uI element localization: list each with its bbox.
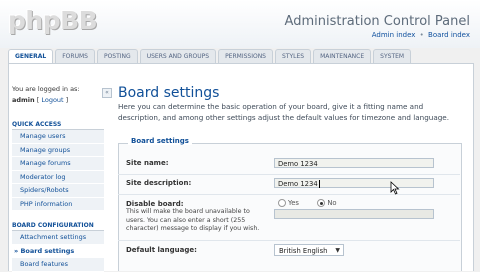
header-links: Admin index • Board index: [372, 31, 470, 39]
disable-board-radios: Yes No: [278, 199, 337, 207]
radio-no[interactable]: [317, 199, 326, 207]
chevron-down-icon: ▼: [335, 247, 340, 254]
tab-bar: GENERAL FORUMS POSTING USERS AND GROUPS …: [8, 49, 412, 64]
page-title: Board settings: [118, 85, 220, 101]
link-separator: •: [419, 31, 424, 39]
site-description-label: Site description:: [126, 179, 192, 187]
acp-title: Administration Control Panel: [284, 14, 470, 29]
logout-link[interactable]: Logout: [41, 96, 63, 104]
menu-item-manage-groups[interactable]: Manage groups: [12, 143, 104, 157]
site-description-row: Site description: Demo 1234: [118, 175, 460, 195]
phpbb-logo: phpBB: [8, 6, 98, 35]
tab-system[interactable]: SYSTEM: [373, 49, 412, 64]
tab-posting[interactable]: POSTING: [96, 49, 138, 64]
mouse-cursor-icon: [390, 181, 400, 195]
menu-item-moderator-log[interactable]: Moderator log: [12, 170, 104, 184]
logged-in-text: You are logged in as:: [12, 85, 80, 93]
board-index-link[interactable]: Board index: [428, 31, 470, 39]
menu-header-quick-access: QUICK ACCESS: [12, 120, 104, 130]
username: admin: [12, 96, 35, 104]
site-name-label: Site name:: [126, 159, 169, 167]
fieldset-legend: Board settings: [128, 137, 192, 145]
site-name-row: Site name: Demo 1234: [118, 154, 460, 175]
menu-header-board-configuration: BOARD CONFIGURATION: [12, 221, 104, 231]
site-description-input[interactable]: Demo 1234: [274, 178, 434, 188]
menu-item-php-information[interactable]: PHP information: [12, 197, 104, 211]
content: Board settings Here you can determine th…: [118, 84, 470, 123]
tab-permissions[interactable]: PERMISSIONS: [218, 49, 273, 64]
menu-item-manage-forums[interactable]: Manage forums: [12, 157, 104, 171]
disable-board-label: Disable board:: [126, 200, 184, 208]
header: phpBB Administration Control Panel Admin…: [0, 0, 480, 48]
menu-item-board-features[interactable]: Board features: [12, 258, 104, 272]
site-name-input[interactable]: Demo 1234: [274, 158, 434, 168]
radio-yes-label: Yes: [288, 199, 299, 207]
login-info: You are logged in as: admin [ Logout ] «: [12, 84, 112, 106]
menu-item-board-settings[interactable]: Board settings: [12, 245, 104, 258]
admin-index-link[interactable]: Admin index: [372, 31, 416, 39]
collapse-menu-icon[interactable]: «: [102, 88, 112, 98]
tab-forums[interactable]: FORUMS: [55, 49, 95, 64]
page-description: Here you can determine the basic operati…: [118, 102, 450, 122]
default-language-row: Default language: British English ▼: [118, 241, 460, 261]
tab-users-and-groups[interactable]: USERS AND GROUPS: [139, 49, 217, 64]
disable-board-row: Disable board: This will make the board …: [118, 196, 460, 241]
menu-item-attachment-settings[interactable]: Attachment settings: [12, 231, 104, 245]
tab-general[interactable]: GENERAL: [8, 49, 54, 64]
default-language-label: Default language:: [126, 246, 197, 254]
menu-item-manage-users[interactable]: Manage users: [12, 130, 104, 144]
text-caret-icon: [318, 180, 320, 188]
disable-board-explain: This will make the board unavailable to …: [126, 208, 260, 232]
default-language-select[interactable]: British English ▼: [274, 244, 344, 256]
tab-styles[interactable]: STYLES: [275, 49, 312, 64]
default-language-value: British English: [279, 247, 328, 255]
site-description-value: Demo 1234: [278, 180, 318, 188]
disable-message-input[interactable]: [274, 209, 434, 219]
radio-yes[interactable]: [278, 199, 286, 207]
tab-maintenance[interactable]: MAINTENANCE: [313, 49, 372, 64]
radio-no-label: No: [327, 199, 337, 207]
menu-item-spiders-robots[interactable]: Spiders/Robots: [12, 184, 104, 198]
sidebar: You are logged in as: admin [ Logout ] «…: [12, 84, 112, 272]
